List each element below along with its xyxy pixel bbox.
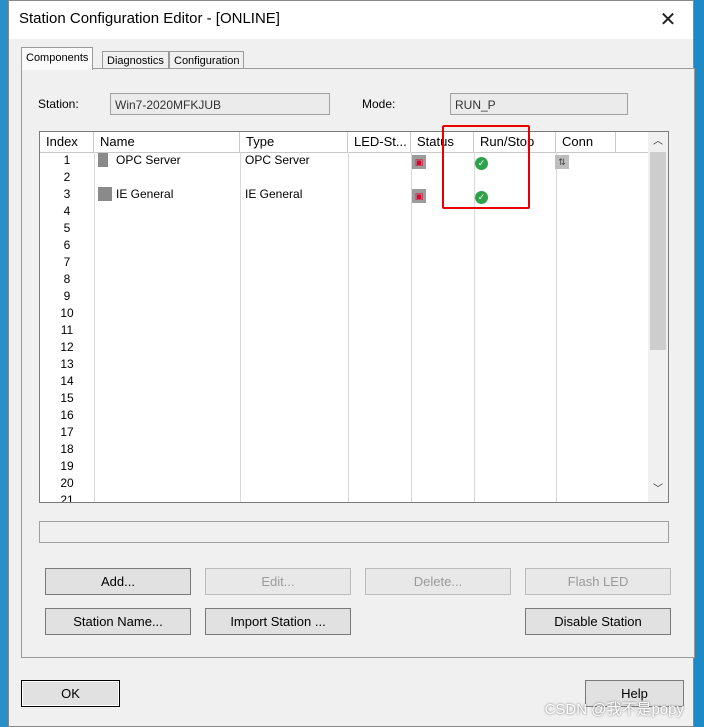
tab-components[interactable]: Components (21, 47, 94, 70)
column-header-led-status[interactable]: LED-St... (348, 132, 411, 152)
row-index: 1 (63, 153, 71, 167)
station-configuration-window: Station Configuration Editor - [ONLINE] … (8, 0, 695, 727)
column-header-name[interactable]: Name (94, 132, 240, 152)
mode-label: Mode: (362, 97, 396, 111)
scroll-up-icon[interactable]: ︿ (652, 136, 664, 148)
opc-server-icon (98, 153, 108, 167)
table-row[interactable]: 13 (40, 356, 650, 373)
row-index: 7 (63, 255, 71, 269)
components-table: Index Name Type LED-St... Status Run/Sto… (39, 131, 669, 503)
row-type: OPC Server (245, 153, 310, 167)
table-row[interactable]: 11 (40, 322, 650, 339)
row-index: 21 (60, 493, 74, 503)
column-header-type[interactable]: Type (240, 132, 348, 152)
table-header: Index Name Type LED-St... Status Run/Sto… (40, 132, 668, 153)
close-icon[interactable]: ✕ (657, 9, 679, 31)
table-row[interactable]: 1 OPC Server OPC Server ▣ ✓ ⇅ (40, 152, 650, 170)
row-index: 18 (60, 442, 74, 456)
table-row[interactable]: 9 (40, 288, 650, 305)
vertical-scrollbar[interactable]: ︿ ﹀ (648, 132, 668, 502)
table-row[interactable]: 8 (40, 271, 650, 288)
status-bar (39, 521, 669, 543)
row-index: 13 (60, 357, 74, 371)
station-label: Station: (38, 97, 79, 111)
delete-button[interactable]: Delete... (365, 568, 511, 595)
table-row[interactable]: 7 (40, 254, 650, 271)
column-header-conn[interactable]: Conn (556, 132, 616, 152)
table-row[interactable]: 2 (40, 169, 650, 186)
ok-button[interactable]: OK (21, 680, 120, 707)
table-row[interactable]: 16 (40, 407, 650, 424)
table-row[interactable]: 6 (40, 237, 650, 254)
row-type: IE General (245, 187, 303, 201)
row-index: 2 (63, 170, 71, 184)
row-index: 6 (63, 238, 71, 252)
row-index: 10 (60, 306, 74, 320)
ie-general-icon (98, 187, 112, 201)
row-index: 3 (63, 187, 71, 201)
table-row[interactable]: 10 (40, 305, 650, 322)
row-name: OPC Server (116, 153, 181, 167)
connection-icon: ⇅ (555, 153, 569, 170)
table-row[interactable]: 4 (40, 203, 650, 220)
row-index: 16 (60, 408, 74, 422)
window-title: Station Configuration Editor - [ONLINE] (19, 10, 280, 27)
import-station-button[interactable]: Import Station ... (205, 608, 351, 635)
row-name: IE General (116, 187, 174, 201)
row-index: 15 (60, 391, 74, 405)
highlight-box (442, 125, 530, 209)
row-index: 12 (60, 340, 74, 354)
disable-station-button[interactable]: Disable Station (525, 608, 671, 635)
row-index: 5 (63, 221, 71, 235)
row-index: 20 (60, 476, 74, 490)
row-index: 8 (63, 272, 71, 286)
row-index: 17 (60, 425, 74, 439)
table-row[interactable]: 19 (40, 458, 650, 475)
scrollbar-thumb[interactable] (650, 152, 666, 350)
table-row[interactable]: 18 (40, 441, 650, 458)
row-index: 14 (60, 374, 74, 388)
column-header-index[interactable]: Index (40, 132, 94, 152)
add-button[interactable]: Add... (45, 568, 191, 595)
station-name-button[interactable]: Station Name... (45, 608, 191, 635)
title-bar: Station Configuration Editor - [ONLINE] … (9, 1, 693, 39)
mode-field: RUN_P (450, 93, 628, 115)
table-row[interactable]: 14 (40, 373, 650, 390)
row-index: 19 (60, 459, 74, 473)
station-field: Win7-2020MFKJUB (110, 93, 330, 115)
watermark: CSDN @我不是popy (544, 701, 684, 718)
station-status-icon: ▣ (412, 187, 426, 204)
table-row[interactable]: 21 (40, 492, 650, 503)
table-row[interactable]: 20 (40, 475, 650, 492)
components-panel: Station: Win7-2020MFKJUB Mode: RUN_P Ind… (21, 68, 695, 658)
table-row[interactable]: 17 (40, 424, 650, 441)
edit-button[interactable]: Edit... (205, 568, 351, 595)
table-row[interactable]: 3 IE General IE General ▣ ✓ (40, 186, 650, 204)
row-index: 11 (60, 323, 74, 337)
row-index: 9 (63, 289, 71, 303)
table-row[interactable]: 5 (40, 220, 650, 237)
row-index: 4 (63, 204, 71, 218)
table-row[interactable]: 15 (40, 390, 650, 407)
flash-led-button[interactable]: Flash LED (525, 568, 671, 595)
station-status-icon: ▣ (412, 153, 426, 170)
table-row[interactable]: 12 (40, 339, 650, 356)
scroll-down-icon[interactable]: ﹀ (652, 484, 664, 496)
